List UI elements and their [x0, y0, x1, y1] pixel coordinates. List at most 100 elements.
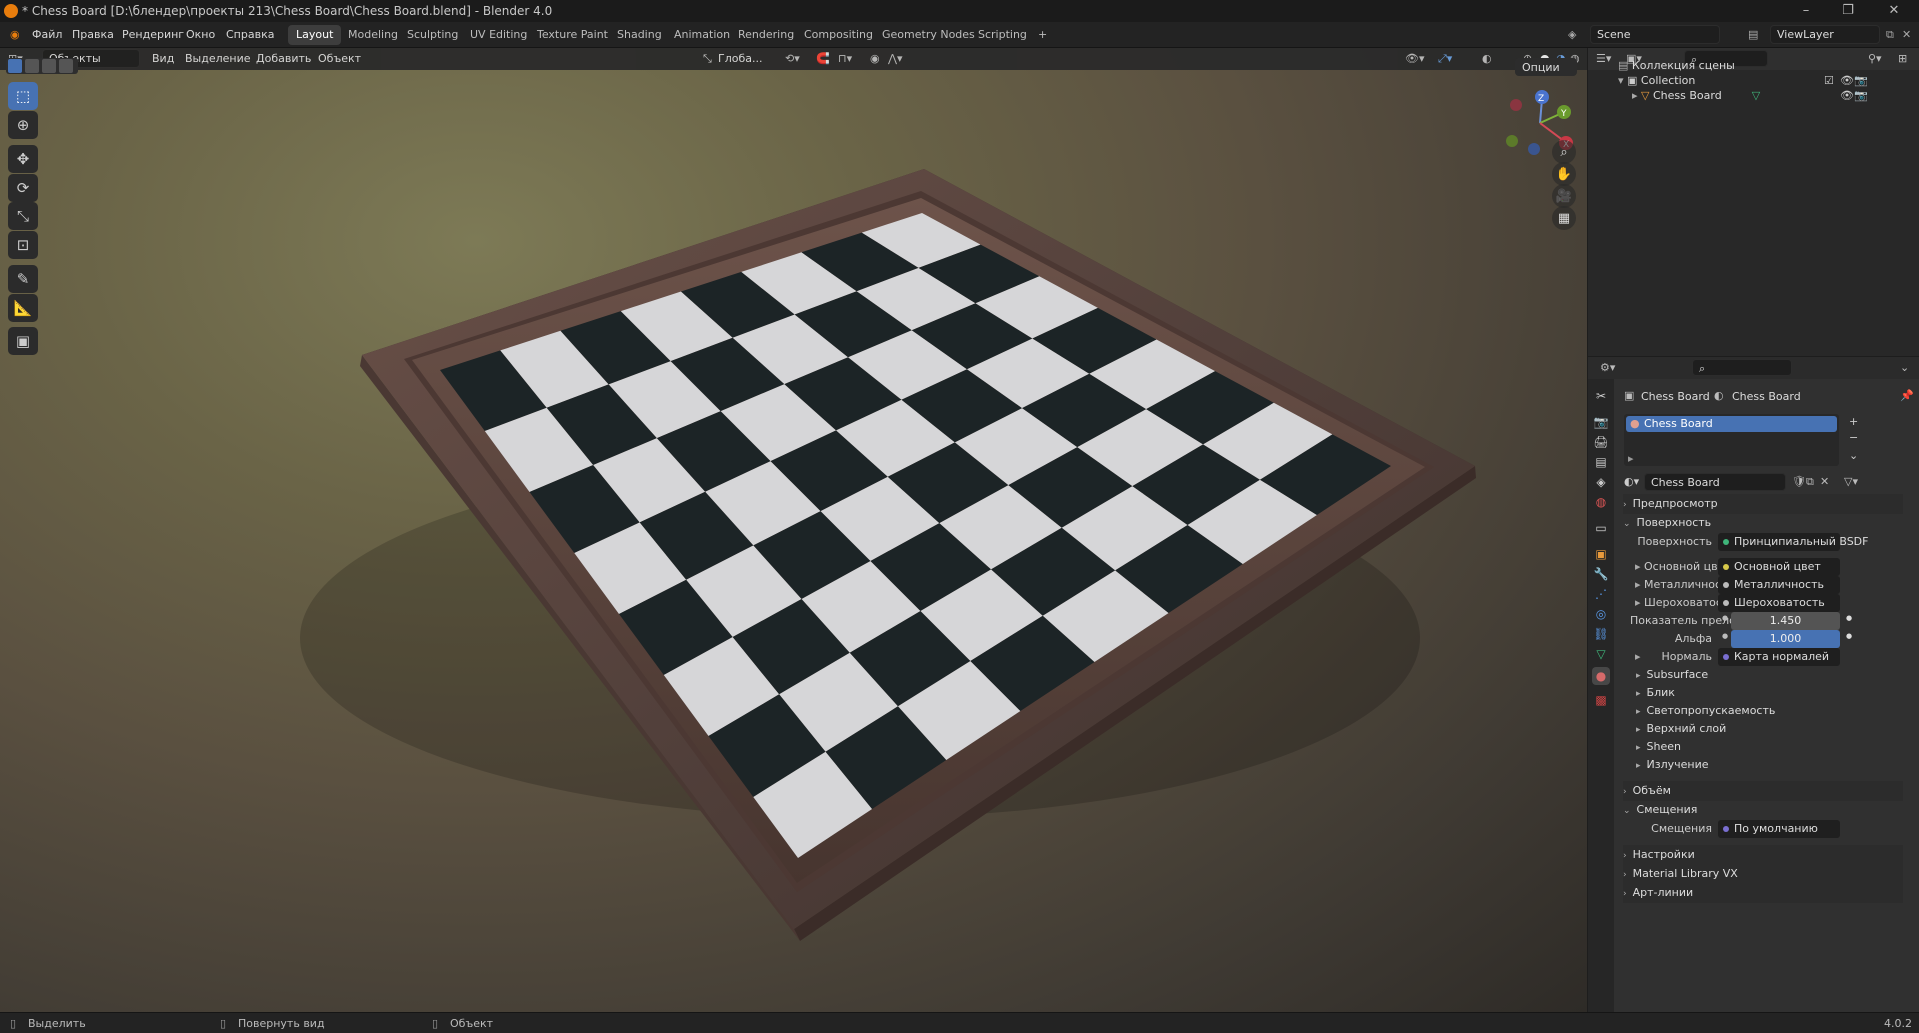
- visibility-icon[interactable]: 👁▾: [1405, 52, 1425, 65]
- menu-view[interactable]: Вид: [152, 52, 174, 65]
- options-dropdown[interactable]: Опции: [1515, 58, 1577, 76]
- annotate-tool-icon[interactable]: ✎: [8, 265, 38, 293]
- section-volume[interactable]: › Объём: [1623, 781, 1903, 801]
- minimize-button[interactable]: –: [1786, 2, 1826, 20]
- material-specials-icon[interactable]: ▽▾: [1844, 475, 1858, 488]
- pivot-icon[interactable]: ⟲▾: [785, 52, 800, 65]
- blender-menu-icon[interactable]: ◉: [10, 28, 20, 41]
- object-visibility-eye-icon[interactable]: 👁: [1840, 89, 1854, 102]
- output-tab-icon[interactable]: 🖨: [1592, 433, 1610, 451]
- material-tab-icon[interactable]: ●: [1592, 667, 1610, 685]
- alpha-slider[interactable]: 1.000: [1731, 630, 1840, 648]
- subpanel-specular[interactable]: ▸ Блик: [1636, 686, 1675, 699]
- render-camera-icon[interactable]: 📷: [1854, 74, 1868, 87]
- workspace-tab-sculpting[interactable]: Sculpting: [399, 25, 466, 45]
- workspace-tab-shading[interactable]: Shading: [609, 25, 670, 45]
- subpanel-transmission[interactable]: ▸ Светопропускаемость: [1636, 704, 1775, 717]
- section-displacement[interactable]: ⌄ Смещения: [1623, 800, 1903, 820]
- add-workspace-button[interactable]: +: [1030, 25, 1055, 45]
- section-material-library[interactable]: › Material Library VX: [1623, 864, 1903, 884]
- duplicate-material-icon[interactable]: ⧉: [1806, 475, 1814, 489]
- unlink-material-icon[interactable]: ✕: [1820, 475, 1829, 488]
- expand-arrow-icon[interactable]: ▸: [1635, 560, 1641, 573]
- falloff-icon[interactable]: ⋀▾: [888, 52, 903, 65]
- normal-field[interactable]: Карта нормалей: [1718, 648, 1840, 666]
- snap-icon[interactable]: 🧲: [816, 52, 830, 65]
- object-render-camera-icon[interactable]: 📷: [1854, 89, 1868, 102]
- browse-material-icon[interactable]: ◐▾: [1624, 475, 1639, 488]
- workspace-tab-compositing[interactable]: Compositing: [796, 25, 881, 45]
- outliner-collection-row[interactable]: ▾ ▣ Collection: [1618, 74, 1695, 87]
- expand-slots-icon[interactable]: ▸: [1628, 452, 1634, 465]
- measure-tool-icon[interactable]: 📐: [8, 294, 38, 322]
- filter-icon[interactable]: ⚲▾: [1868, 52, 1882, 65]
- transform-tool-icon[interactable]: ⊡: [8, 231, 38, 259]
- subpanel-sheen[interactable]: ▸ Sheen: [1636, 740, 1681, 753]
- data-tab-icon[interactable]: ▽: [1592, 645, 1610, 663]
- workspace-tab-animation[interactable]: Animation: [666, 25, 738, 45]
- exclude-checkbox-icon[interactable]: ☑: [1824, 74, 1834, 87]
- pan-hand-icon[interactable]: ✋: [1552, 162, 1576, 186]
- outliner-scene-collection[interactable]: ▤ Коллекция сцены: [1618, 59, 1735, 72]
- outliner-object-row[interactable]: ▸ ▽ Chess Board ▽: [1632, 89, 1760, 102]
- proportional-edit-icon[interactable]: ◉: [870, 52, 880, 65]
- gizmo-neg-y[interactable]: [1506, 135, 1518, 147]
- select-invert-icon[interactable]: [59, 59, 73, 73]
- outliner-editor-icon[interactable]: ☰▾: [1596, 52, 1611, 65]
- snap-target-icon[interactable]: ⊓▾: [838, 52, 852, 65]
- 3d-viewport[interactable]: ⊞▾ Объекты Вид Выделение Добавить Объект…: [0, 48, 1587, 1012]
- menu-add[interactable]: Добавить: [256, 52, 311, 65]
- workspace-tab-uv-editing[interactable]: UV Editing: [462, 25, 535, 45]
- workspace-tab-texture-paint[interactable]: Texture Paint: [529, 25, 616, 45]
- constraints-tab-icon[interactable]: ⛓: [1592, 625, 1610, 643]
- section-surface[interactable]: ⌄ Поверхность: [1623, 513, 1903, 533]
- workspace-tab-modeling[interactable]: Modeling: [340, 25, 406, 45]
- menu-object[interactable]: Объект: [318, 52, 361, 65]
- view-layer-tab-icon[interactable]: ▤: [1592, 453, 1610, 471]
- cursor-tool-icon[interactable]: ⊕: [8, 111, 38, 139]
- workspace-tab-layout[interactable]: Layout: [288, 25, 342, 45]
- menu-select[interactable]: Выделение: [185, 52, 251, 65]
- world-tab-icon[interactable]: ◍: [1592, 493, 1610, 511]
- select-new-icon[interactable]: [8, 59, 22, 73]
- properties-options-icon[interactable]: ⌄: [1900, 361, 1909, 374]
- expand-arrow-icon[interactable]: ▸: [1635, 596, 1641, 609]
- section-lineart[interactable]: › Арт-линии: [1623, 883, 1903, 903]
- expand-arrow-icon[interactable]: ▸: [1635, 650, 1641, 663]
- overlay-icon[interactable]: ◐: [1482, 52, 1492, 65]
- fake-user-icon[interactable]: 🛡: [1792, 475, 1806, 488]
- gizmo-neg-x[interactable]: [1510, 99, 1522, 111]
- maximize-button[interactable]: ❐: [1828, 2, 1868, 20]
- move-tool-icon[interactable]: ✥: [8, 145, 38, 173]
- scale-tool-icon[interactable]: ⤡: [8, 202, 38, 230]
- base-color-field[interactable]: Основной цвет: [1718, 558, 1840, 576]
- new-viewlayer-icon[interactable]: ⧉: [1886, 28, 1894, 42]
- camera-view-icon[interactable]: 🎥: [1552, 184, 1576, 208]
- roughness-field[interactable]: Шероховатость: [1718, 594, 1840, 612]
- remove-viewlayer-icon[interactable]: ✕: [1902, 28, 1911, 41]
- zoom-icon[interactable]: ⌕: [1552, 140, 1576, 164]
- displacement-field[interactable]: По умолчанию: [1718, 820, 1840, 838]
- menu-file[interactable]: Файл: [32, 28, 62, 41]
- workspace-tab-scripting[interactable]: Scripting: [970, 25, 1035, 45]
- tool-tab-icon[interactable]: ✂: [1592, 387, 1610, 405]
- gizmo-neg-z[interactable]: [1528, 143, 1540, 155]
- alpha-keyframe-icon[interactable]: ●: [1846, 632, 1852, 640]
- scene-tab-icon[interactable]: ◈: [1592, 473, 1610, 491]
- workspace-tab-geometry-nodes[interactable]: Geometry Nodes: [874, 25, 983, 45]
- section-preview[interactable]: › Предпросмотр: [1623, 494, 1903, 514]
- physics-tab-icon[interactable]: ◎: [1592, 605, 1610, 623]
- section-settings[interactable]: › Настройки: [1623, 845, 1903, 865]
- close-button[interactable]: ✕: [1874, 2, 1914, 20]
- expand-arrow-icon[interactable]: ▸: [1635, 578, 1641, 591]
- texture-tab-icon[interactable]: ▩: [1592, 691, 1610, 709]
- surface-shader-field[interactable]: Принципиальный BSDF: [1718, 533, 1868, 551]
- menu-render[interactable]: Рендеринг: [122, 28, 184, 41]
- ior-keyframe-icon[interactable]: ●: [1846, 614, 1852, 622]
- transform-orientation-selector[interactable]: Глоба...: [718, 52, 762, 65]
- object-tab-icon[interactable]: ▣: [1592, 545, 1610, 563]
- menu-help[interactable]: Справка: [226, 28, 274, 41]
- expand-arrow-icon[interactable]: ▸: [1632, 89, 1641, 102]
- pin-icon[interactable]: 📌: [1900, 389, 1914, 402]
- add-slot-button[interactable]: +: [1849, 415, 1858, 428]
